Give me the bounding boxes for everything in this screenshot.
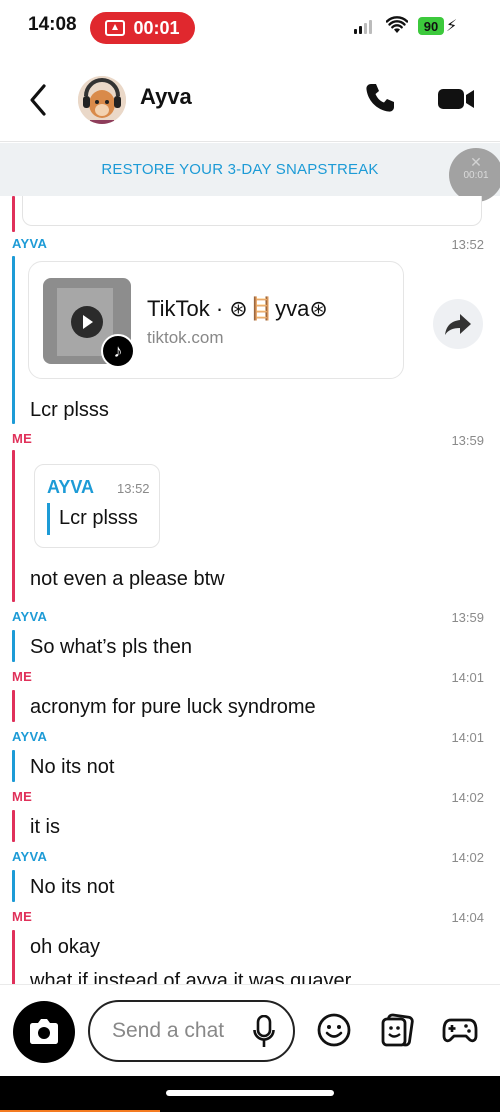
snapstreak-banner-text: RESTORE YOUR 3-DAY SNAPSTREAK [101,161,379,178]
message-sender: AYVA [12,849,48,864]
message-time: 14:02 [451,850,484,865]
battery-icon: 90 [418,17,444,35]
back-chevron-icon[interactable] [24,80,54,120]
message-sender: AYVA [12,236,48,251]
home-indicator-bar [0,1076,500,1112]
message-sender: ME [12,789,33,804]
home-indicator[interactable] [166,1090,334,1096]
play-icon[interactable] [71,306,103,338]
previous-message-card [22,196,482,226]
snapstreak-banner[interactable]: RESTORE YOUR 3-DAY SNAPSTREAK [0,143,500,196]
floating-timer-text: 00:01 [463,169,489,181]
camera-icon [30,1019,58,1044]
share-button[interactable] [433,299,483,349]
message-time: 13:52 [451,237,484,252]
floating-timer-badge[interactable]: ✕ 00:01 [449,148,500,202]
message-text: it is [30,816,60,838]
message-bar [12,630,15,662]
message-time: 14:01 [451,730,484,745]
message-bar [12,810,15,842]
status-bar: 14:08 00:01 90 ⚡ [0,0,500,58]
quoted-sender: AYVA [47,477,95,497]
message-bar [12,256,15,424]
quoted-text: Lcr plsss [59,507,138,529]
message-sender: AYVA [12,729,48,744]
message-time: 14:04 [451,910,484,925]
chat-header: Ayva [0,58,500,142]
message-bar [12,930,15,984]
quote-bar [47,503,50,535]
message-text: Lcr plsss [30,399,109,421]
tiktok-link-card[interactable]: ♪ TikTok · ⊛🪜yva⊛ tiktok.com [28,261,404,379]
message-text: No its not [30,756,115,778]
message-sender: ME [12,909,33,924]
message-sender: AYVA [12,609,48,624]
avatar[interactable] [78,76,126,124]
message-time: 14:02 [451,790,484,805]
message-sender: ME [12,431,33,446]
video-camera-icon[interactable] [436,84,476,114]
link-title: TikTok · ⊛🪜yva⊛ [147,296,328,321]
message-bar [12,750,15,782]
smiley-icon[interactable] [316,1012,352,1048]
message-time: 13:59 [451,610,484,625]
close-icon[interactable]: ✕ [470,154,482,171]
gamepad-icon[interactable] [442,1012,478,1048]
message-text: So what’s pls then [30,636,192,658]
stickers-icon[interactable] [380,1012,416,1048]
link-domain: tiktok.com [147,328,224,347]
charging-bolt-icon: ⚡ [446,18,458,35]
message-text: acronym for pure luck syndrome [30,696,316,718]
message-text: not even a please btw [30,568,225,590]
share-arrow-icon [445,314,471,335]
message-text: oh okay [30,936,101,958]
microphone-icon[interactable] [253,1015,275,1049]
message-sender: ME [12,669,33,684]
chat-composer: Send a chat [0,984,500,1076]
wifi-icon [386,16,408,33]
recording-timer: 00:01 [133,17,180,38]
screen-record-icon [105,20,126,36]
message-time: 13:59 [451,433,484,448]
message-bar [12,690,15,722]
contact-name[interactable]: Ayva [140,84,192,110]
message-bar [12,196,15,232]
cellular-signal-icon [354,18,372,34]
message-time: 14:01 [451,670,484,685]
camera-button[interactable] [13,1001,75,1063]
quoted-message[interactable]: AYVA 13:52 Lcr plsss [34,464,160,548]
screen-recording-indicator[interactable]: 00:01 [90,12,195,44]
chat-thread[interactable]: AYVA 13:52 ♪ TikTok · ⊛🪜yva⊛ tiktok.com … [0,196,500,984]
message-bar [12,450,15,602]
message-text: No its not [30,876,115,898]
status-time: 14:08 [28,14,77,35]
quoted-time: 13:52 [117,481,150,496]
tiktok-icon: ♪ [101,334,135,368]
phone-icon[interactable] [362,80,398,116]
message-text: what if instead of ayva it was quaver [30,970,352,984]
message-bar [12,870,15,902]
